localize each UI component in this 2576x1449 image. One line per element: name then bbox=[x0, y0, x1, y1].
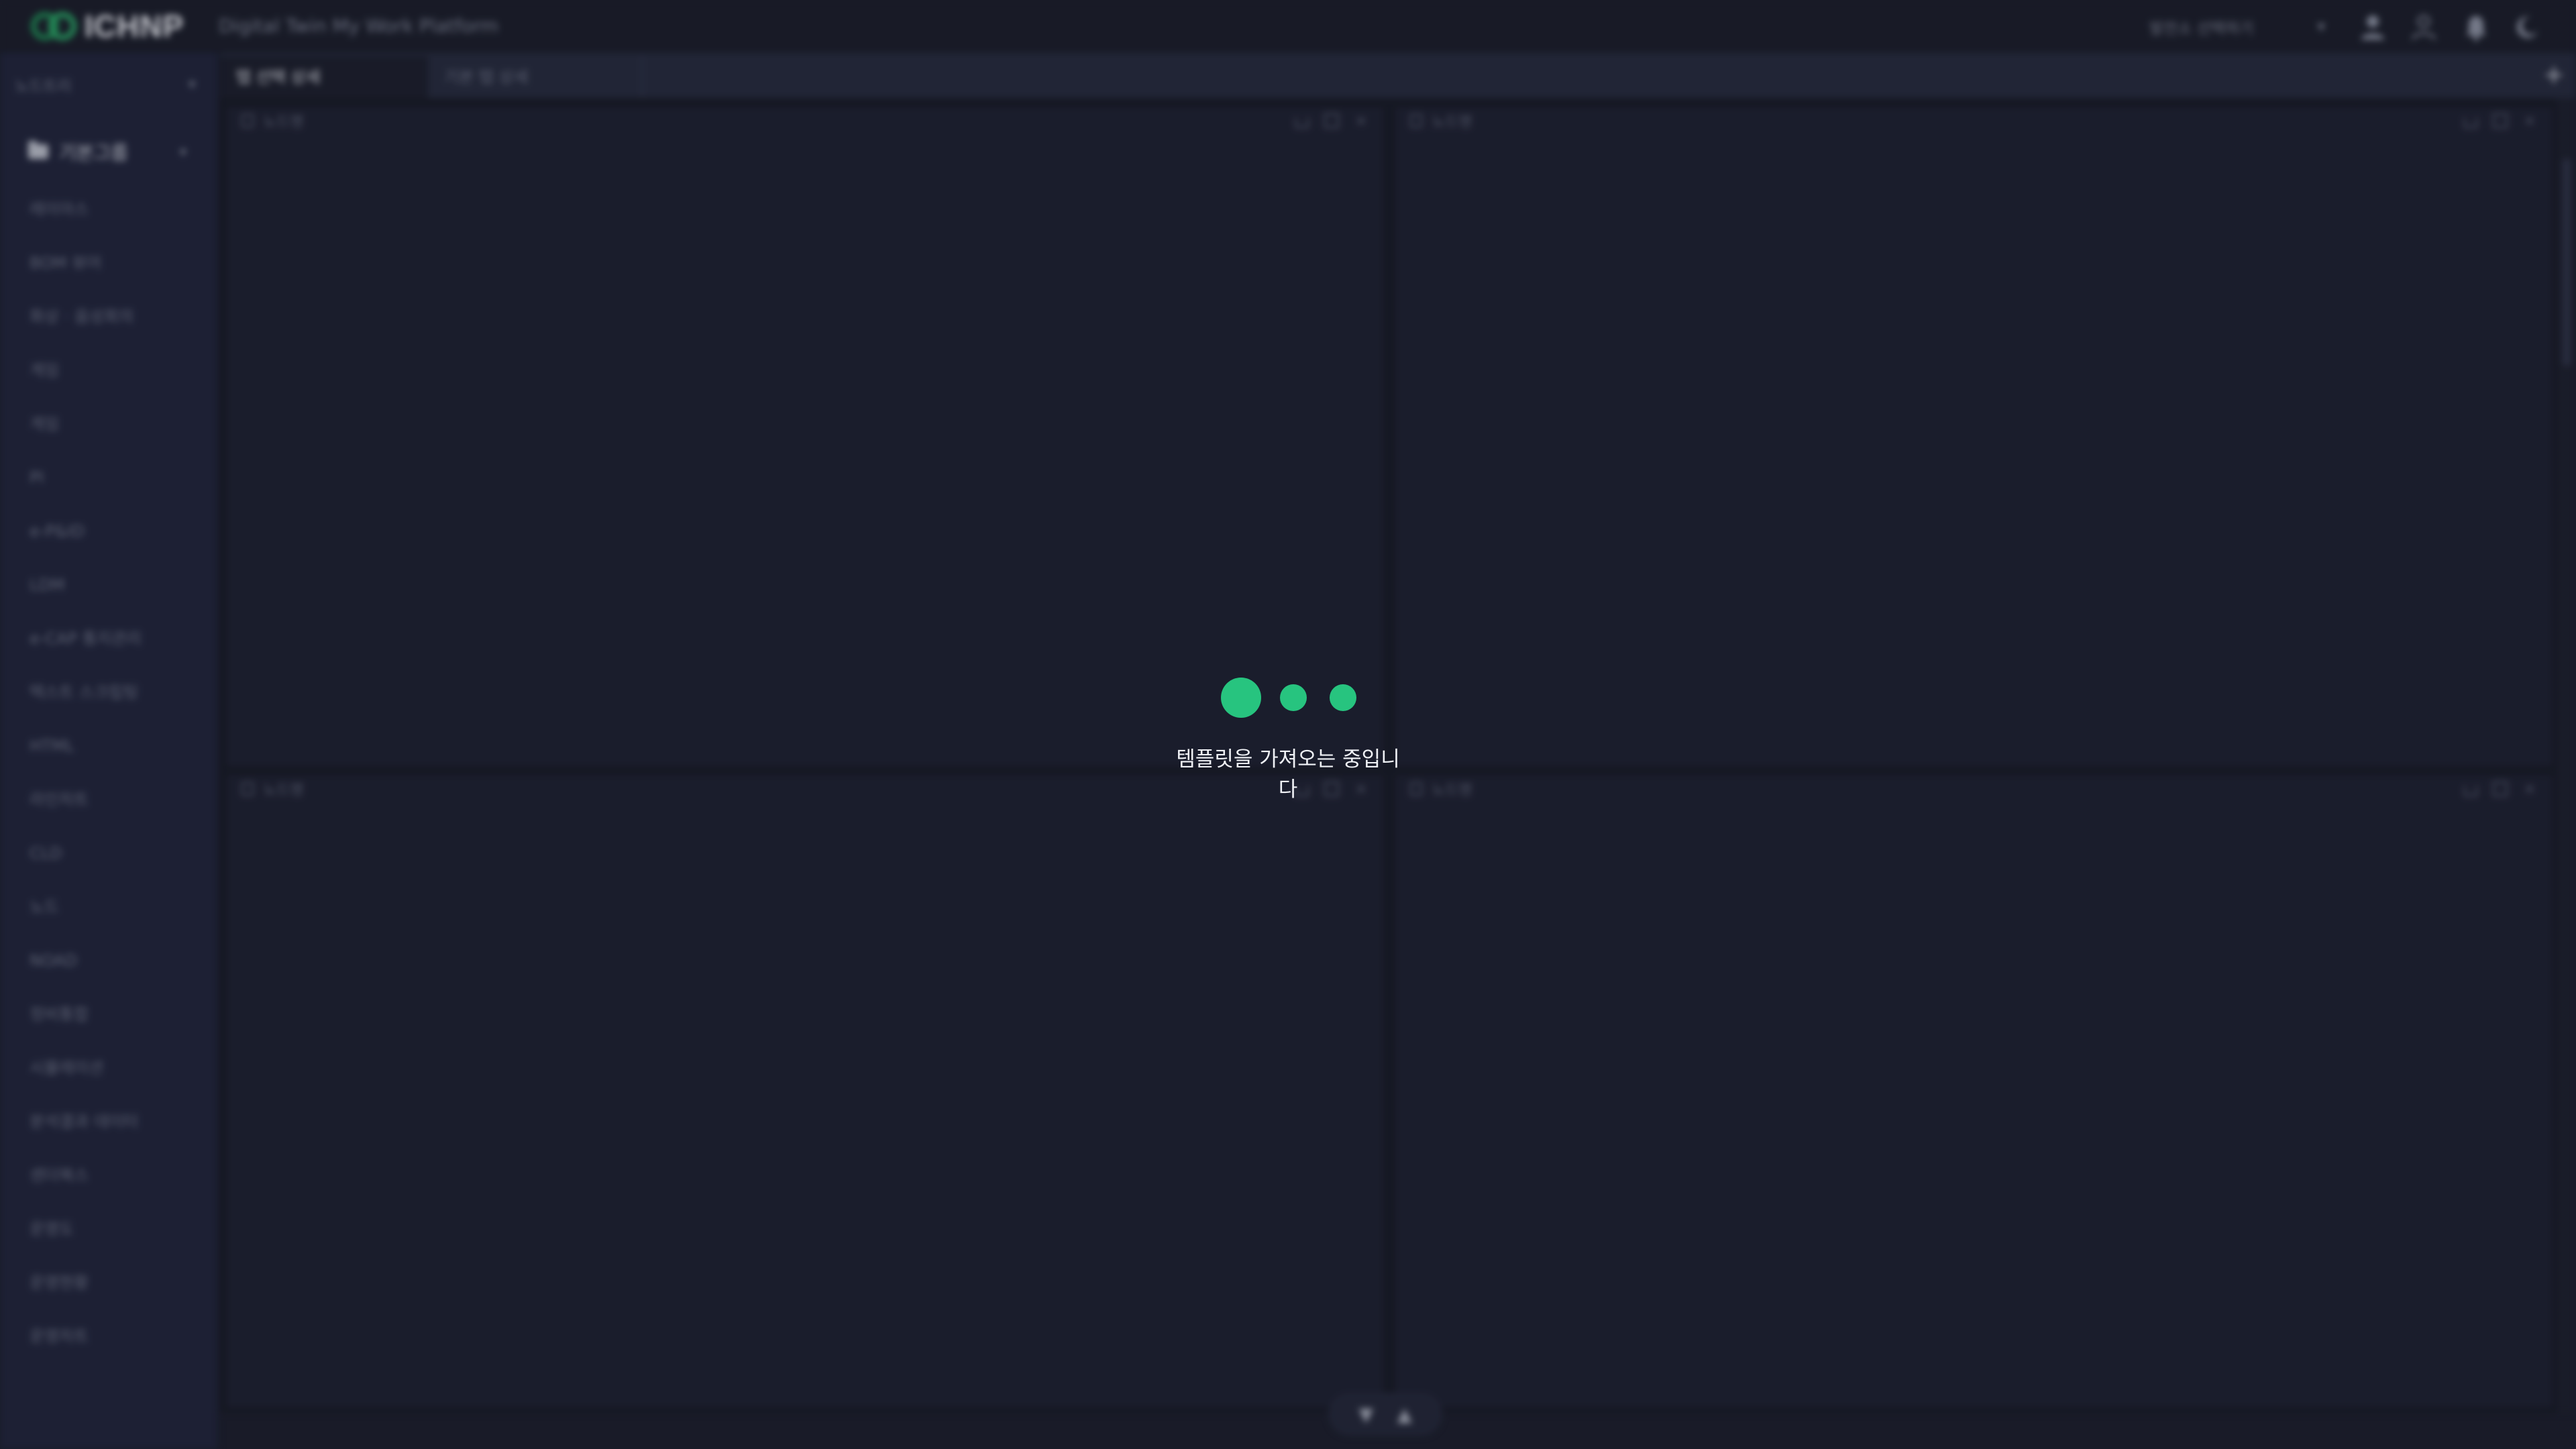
loading-overlay: 템플릿을 가져오는 중입니다 bbox=[0, 0, 2576, 1449]
loading-dot bbox=[1221, 678, 1261, 718]
loading-indicator: 템플릿을 가져오는 중입니다 bbox=[1167, 671, 1409, 802]
loading-message: 템플릿을 가져오는 중입니다 bbox=[1176, 747, 1400, 802]
loading-dots bbox=[1221, 678, 1368, 718]
loading-dot bbox=[1280, 684, 1307, 711]
loading-dot bbox=[1330, 684, 1356, 711]
